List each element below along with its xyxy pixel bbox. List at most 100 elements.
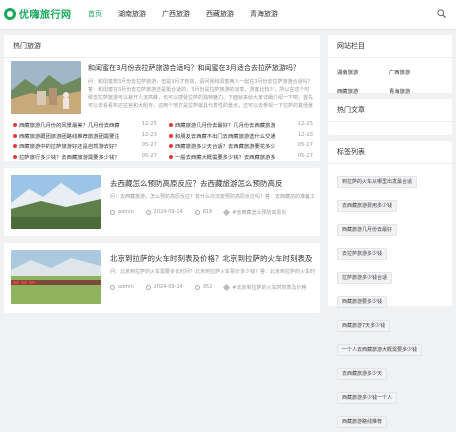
hot-list-item[interactable]: 西藏旅游几月份去最好？几月份去西藏旅游最... 12-25 bbox=[169, 121, 317, 129]
logo-icon bbox=[4, 7, 16, 20]
site-link[interactable]: 西藏旅游 bbox=[337, 87, 387, 97]
hot-articles-title: 热门文章 bbox=[337, 106, 365, 114]
hot-list: 西藏旅游几月份的风景最美？几月份去西藏旅游...12-25西藏旅游几月份去最好？… bbox=[13, 121, 319, 163]
site-sections-title: 网站栏目 bbox=[337, 42, 365, 50]
article-desc: 问：北京到拉萨的火车需要多长时间？北京到拉萨火车票价多少钱？答：北京到拉萨的火车… bbox=[110, 269, 315, 275]
fire-icon bbox=[13, 123, 17, 127]
tag-chip[interactable]: 西藏旅游路线推荐 bbox=[337, 416, 388, 428]
nav-item[interactable]: 首页 bbox=[82, 0, 108, 29]
hot-list-item[interactable]: 西藏旅游几月份的风景最美？几月份去西藏旅游... 12-25 bbox=[13, 121, 161, 129]
hot-travel-panel: 热门旅游 和闺蜜在3月份去拉萨旅游合适吗？和闺蜜在3月适合去拉萨旅游吗？ 问：和… bbox=[4, 35, 320, 161]
divider bbox=[4, 57, 320, 58]
hot-list-item-title[interactable]: 一般去西藏大概需要多少钱？去西藏旅游多少... bbox=[175, 153, 275, 161]
site-sections-panel: 网站栏目 湖南旅游广西旅游西藏旅游青海旅游关于我们联系我们 bbox=[328, 35, 452, 114]
article-meta: admin 2024-09-14 816 #去西藏怎么预防高原反 bbox=[110, 208, 315, 216]
fire-icon bbox=[169, 144, 173, 148]
article-author: admin bbox=[118, 209, 134, 215]
tag-chip[interactable]: 去西藏旅游费用多少钱 bbox=[337, 200, 398, 212]
tag-chip[interactable]: 去拉萨旅游多少钱 bbox=[337, 248, 388, 260]
nav-item[interactable]: 西藏旅游 bbox=[200, 0, 240, 29]
tag-chip[interactable]: 到拉萨的火车从哪里出发最合适 bbox=[337, 176, 418, 188]
article-date: 2024-09-14 bbox=[153, 284, 183, 290]
site-link[interactable]: 青海旅游 bbox=[389, 87, 439, 97]
tag-icon bbox=[223, 283, 231, 291]
hot-feature-desc: 问：和闺蜜想3月份去拉萨旅游，但是3月才有效，请问我和闺蜜两人一起在3月份去拉萨… bbox=[88, 79, 314, 109]
clock-icon bbox=[145, 284, 151, 290]
search-icon[interactable] bbox=[437, 9, 446, 18]
hot-list-item-title[interactable]: 拉萨旅行多少钱？去西藏旅游需要多少钱？ bbox=[19, 153, 119, 161]
tags-panel: 标签列表 到拉萨的火车从哪里出发最合适去西藏旅游费用多少钱西藏旅游几月份去最好去… bbox=[328, 141, 452, 428]
article-tag[interactable]: #北京到拉萨的火车时刻表及价格 bbox=[232, 284, 306, 291]
tag-chip[interactable]: 西藏旅游要多少钱 bbox=[337, 296, 388, 308]
site-header: 优嗨旅行网 首页 湖南旅游 广西旅游 西藏旅游 青海旅游 bbox=[0, 0, 456, 30]
nav-item[interactable]: 青海旅游 bbox=[244, 0, 284, 29]
tag-chip[interactable]: 去西藏旅游多少天 bbox=[337, 368, 388, 380]
tag-chip[interactable]: 拉萨旅游多少钱合适 bbox=[337, 272, 393, 284]
hot-travel-title: 热门旅游 bbox=[13, 42, 41, 50]
site-logo[interactable]: 优嗨旅行网 bbox=[4, 6, 72, 21]
divider bbox=[328, 57, 452, 58]
hot-list-item[interactable]: 拉萨旅行多少钱？去西藏旅游需要多少钱？ 05-27 bbox=[13, 153, 161, 161]
hot-list-item-date: 12-25 bbox=[141, 121, 157, 127]
nav-item[interactable]: 广西旅游 bbox=[156, 0, 196, 29]
article-card: 北京到拉萨的火车时刻表及价格？北京到拉萨的火车时刻表及 问：北京到拉萨的火车需要… bbox=[4, 243, 320, 313]
hot-list-item-date: 05-27 bbox=[141, 142, 157, 148]
fire-icon bbox=[13, 154, 17, 159]
site-link[interactable]: 广西旅游 bbox=[389, 68, 439, 78]
hot-list-item-title[interactable]: 和朋友去西藏不出门去西藏旅游选什么交通... bbox=[175, 132, 275, 140]
hot-list-item-title[interactable]: 西藏旅游几月份的风景最美？几月份去西藏旅游... bbox=[19, 121, 119, 129]
site-link[interactable]: 湖南旅游 bbox=[337, 68, 387, 78]
fire-icon bbox=[13, 133, 17, 138]
hot-list-item-date: 12-25 bbox=[297, 121, 313, 127]
fire-icon bbox=[169, 123, 173, 127]
tag-chip[interactable]: 西藏旅游多少钱一个人 bbox=[337, 392, 398, 404]
tag-chip[interactable]: 西藏旅游7天多少钱 bbox=[337, 320, 391, 332]
user-icon bbox=[110, 284, 115, 290]
hot-list-item[interactable]: 西藏旅游多少天合适？去西藏旅游要花多少... 05-27 bbox=[169, 142, 317, 150]
hot-feature-title[interactable]: 和闺蜜在3月份去拉萨旅游合适吗？和闺蜜在3月适合去拉萨旅游吗？ bbox=[88, 63, 314, 73]
eye-icon bbox=[194, 284, 200, 290]
hot-articles-panel: 热门文章 bbox=[328, 99, 452, 135]
logo-text: 优嗨旅行网 bbox=[19, 10, 72, 21]
fire-icon bbox=[169, 133, 173, 138]
main-nav: 首页 湖南旅游 广西旅游 西藏旅游 青海旅游 bbox=[82, 0, 288, 29]
tag-list: 到拉萨的火车从哪里出发最合适去西藏旅游费用多少钱西藏旅游几月份去最好去拉萨旅游多… bbox=[337, 168, 447, 432]
hot-list-item-title[interactable]: 西藏旅游跟团旅游团路线推荐旅游团需要注意... bbox=[19, 132, 119, 140]
hot-list-item-title[interactable]: 西藏旅游几月份去最好？几月份去西藏旅游最... bbox=[175, 121, 275, 129]
hot-list-row: 西藏旅游中的拉萨旅游好还是自驾游去好？ 05-27 西藏旅游多少天合适？去西藏旅游要… bbox=[13, 142, 319, 153]
article-tag[interactable]: #去西藏怎么预防高原反 bbox=[232, 209, 286, 216]
tag-chip[interactable]: 西藏旅游几月份去最好 bbox=[337, 224, 398, 236]
hot-list-item-title[interactable]: 西藏旅游中的拉萨旅游好还是自驾游去好？ bbox=[19, 142, 119, 150]
hot-list-item-date: 12-23 bbox=[141, 131, 157, 138]
hot-feature-image[interactable] bbox=[11, 61, 81, 114]
hot-list-item[interactable]: 和朋友去西藏不出门去西藏旅游选什么交通... 12-23 bbox=[169, 132, 317, 140]
hot-list-item-date: 05-27 bbox=[297, 152, 313, 159]
tag-chip[interactable]: 一个人去西藏旅游大概需要多少钱 bbox=[337, 344, 423, 356]
article-views: 952 bbox=[202, 284, 213, 290]
divider bbox=[328, 163, 452, 164]
article-title[interactable]: 去西藏怎么预防高原反应？去西藏旅游怎么预防高反 bbox=[110, 178, 315, 189]
hot-list-item-date: 05-27 bbox=[297, 142, 313, 148]
article-image[interactable] bbox=[11, 250, 101, 304]
tag-icon bbox=[223, 208, 231, 216]
hot-list-item-title[interactable]: 西藏旅游多少天合适？去西藏旅游要花多少... bbox=[175, 142, 275, 150]
hot-list-row: 拉萨旅行多少钱？去西藏旅游需要多少钱？ 05-27 一般去西藏大概需要多少钱？去西藏… bbox=[13, 153, 319, 164]
clock-icon bbox=[145, 209, 151, 215]
article-date: 2024-09-14 bbox=[153, 209, 183, 215]
fire-icon bbox=[169, 154, 173, 159]
eye-icon bbox=[194, 209, 200, 215]
hot-list-row: 西藏旅游几月份的风景最美？几月份去西藏旅游...12-25西藏旅游几月份去最好？… bbox=[13, 121, 319, 132]
article-image[interactable] bbox=[11, 175, 101, 229]
article-desc: 问：去西藏旅游，怎么预防高原反应？有什么办法能预防高原反应吗？答：去西藏前的准备… bbox=[110, 194, 315, 200]
tags-title: 标签列表 bbox=[337, 148, 365, 156]
article-title[interactable]: 北京到拉萨的火车时刻表及价格？北京到拉萨的火车时刻表及 bbox=[110, 253, 315, 264]
hot-list-item-date: 05-27 bbox=[141, 152, 157, 159]
article-meta: admin 2024-09-14 952 #北京到拉萨的火车时刻表及价格 bbox=[110, 283, 315, 291]
hot-list-item[interactable]: 西藏旅游中的拉萨旅游好还是自驾游去好？ 05-27 bbox=[13, 142, 161, 150]
user-icon bbox=[110, 209, 115, 215]
fire-icon bbox=[13, 144, 17, 148]
hot-list-item[interactable]: 西藏旅游跟团旅游团路线推荐旅游团需要注意... 12-23 bbox=[13, 132, 161, 140]
hot-list-item[interactable]: 一般去西藏大概需要多少钱？去西藏旅游多少... 05-27 bbox=[169, 153, 317, 161]
nav-item[interactable]: 湖南旅游 bbox=[112, 0, 152, 29]
article-card: 去西藏怎么预防高原反应？去西藏旅游怎么预防高反 问：去西藏旅游，怎么预防高原反应… bbox=[4, 168, 320, 236]
